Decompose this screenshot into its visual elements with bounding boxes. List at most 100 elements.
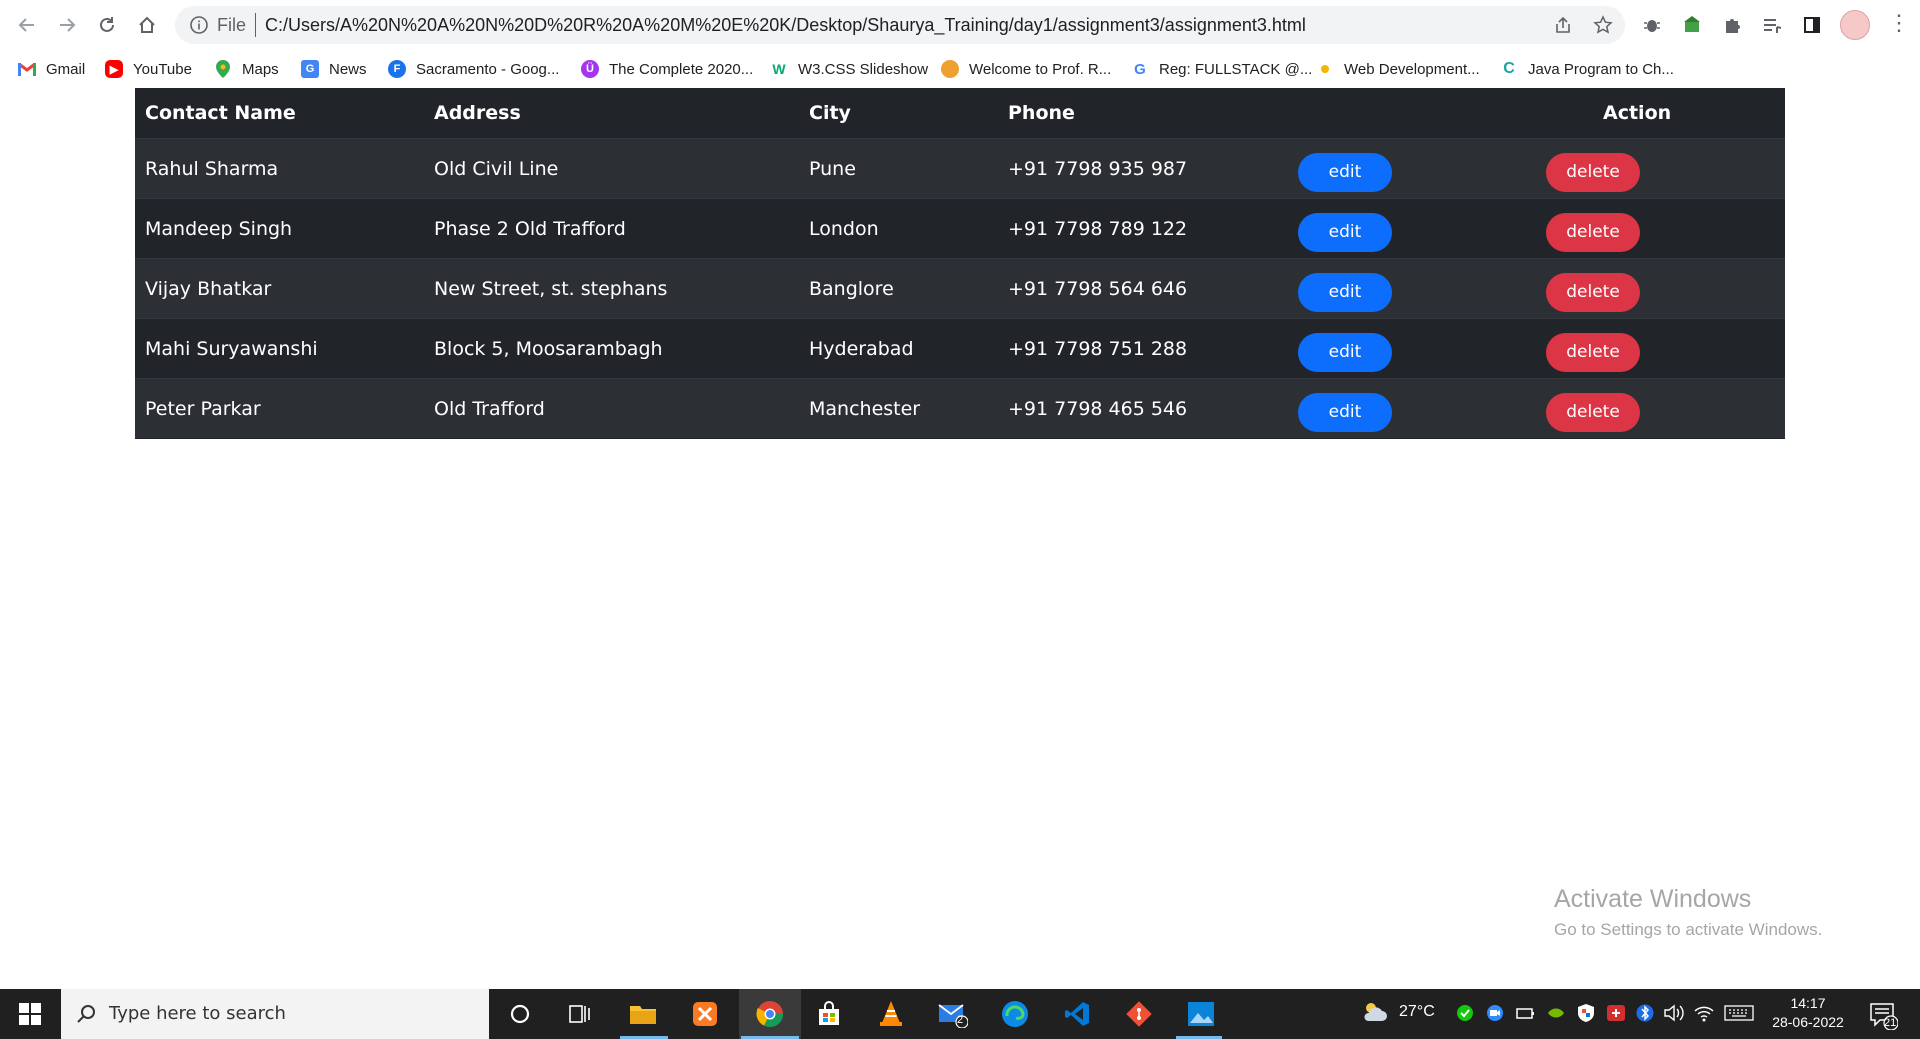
delete-button[interactable]: delete bbox=[1546, 273, 1640, 312]
bluetooth-icon[interactable] bbox=[1636, 1003, 1654, 1028]
antivirus-icon[interactable] bbox=[1606, 1003, 1626, 1028]
notification-center-icon[interactable]: 21 bbox=[1868, 1000, 1899, 1031]
bookmark-maps[interactable]: Maps bbox=[214, 58, 279, 80]
wifi-icon[interactable] bbox=[1693, 1003, 1715, 1028]
address-bar[interactable]: File C:/Users/A%20N%20A%20N%20D%20R%20A%… bbox=[175, 6, 1625, 44]
bookmark-web-development[interactable]: Web Development... bbox=[1316, 58, 1480, 80]
windows-start-icon[interactable] bbox=[0, 989, 60, 1039]
gmail-icon bbox=[18, 60, 36, 78]
watermark-title: Activate Windows bbox=[1554, 885, 1752, 913]
bookmark-label: News bbox=[329, 60, 367, 78]
cell-contact-name: Rahul Sharma bbox=[135, 138, 424, 199]
file-explorer-icon[interactable] bbox=[627, 998, 659, 1030]
w3schools-icon: W bbox=[772, 61, 786, 77]
back-icon[interactable] bbox=[14, 12, 40, 38]
nvidia-icon[interactable] bbox=[1546, 1004, 1566, 1027]
table-row: Mandeep Singh Phase 2 Old Trafford Londo… bbox=[135, 198, 1785, 259]
cell-phone: +91 7798 935 987 bbox=[998, 138, 1288, 199]
microsoft-store-icon[interactable] bbox=[813, 998, 845, 1030]
cell-phone: +91 7798 789 122 bbox=[998, 198, 1288, 259]
shield-icon[interactable] bbox=[1576, 1003, 1596, 1028]
bookmark-java-program[interactable]: C Java Program to Ch... bbox=[1500, 58, 1674, 80]
taskbar-clock[interactable]: 14:17 28-06-2022 bbox=[1763, 994, 1853, 1032]
bookmark-news[interactable]: G News bbox=[301, 58, 367, 80]
kebab-menu-icon[interactable]: ⋮ bbox=[1888, 12, 1910, 36]
bookmark-sacramento[interactable]: F Sacramento - Goog... bbox=[388, 58, 559, 80]
bookmark-label: Sacramento - Goog... bbox=[416, 60, 560, 78]
delete-button[interactable]: delete bbox=[1546, 393, 1640, 432]
mail-icon[interactable]: 2 bbox=[937, 998, 969, 1030]
header-phone: Phone bbox=[998, 88, 1288, 139]
bookmark-label: The Complete 2020... bbox=[609, 60, 754, 78]
bookmark-youtube[interactable]: ▶ YouTube bbox=[105, 58, 192, 80]
cell-phone: +91 7798 564 646 bbox=[998, 258, 1288, 319]
edit-button[interactable]: edit bbox=[1298, 213, 1392, 252]
chrome-icon[interactable] bbox=[754, 998, 786, 1030]
search-icon bbox=[77, 1005, 95, 1023]
edit-button[interactable]: edit bbox=[1298, 393, 1392, 432]
bookmark-reg-fullstack[interactable]: G Reg: FULLSTACK @... bbox=[1131, 58, 1312, 80]
clock-time: 14:17 bbox=[1790, 995, 1826, 1011]
cell-delete: delete bbox=[1546, 258, 1785, 319]
extension-bug-icon[interactable] bbox=[1640, 13, 1664, 37]
delete-button[interactable]: delete bbox=[1546, 153, 1640, 192]
bookmark-label: Gmail bbox=[46, 60, 86, 78]
reload-icon[interactable] bbox=[94, 12, 120, 38]
weather-icon[interactable] bbox=[1360, 999, 1388, 1030]
cell-address: New Street, st. stephans bbox=[424, 258, 799, 319]
cell-delete: delete bbox=[1546, 138, 1785, 199]
cell-address: Phase 2 Old Trafford bbox=[424, 198, 799, 259]
weather-temperature[interactable]: 27°C bbox=[1399, 1003, 1435, 1021]
xampp-icon[interactable] bbox=[689, 998, 721, 1030]
delete-button[interactable]: delete bbox=[1546, 213, 1640, 252]
git-icon[interactable] bbox=[1123, 998, 1155, 1030]
bookmark-label: Welcome to Prof. R... bbox=[969, 60, 1112, 78]
vscode-icon[interactable] bbox=[1061, 998, 1093, 1030]
bookmark-star-icon[interactable] bbox=[1593, 15, 1613, 35]
zoom-icon[interactable] bbox=[1486, 1004, 1504, 1027]
address-url[interactable]: C:/Users/A%20N%20A%20N%20D%20R%20A%20M%2… bbox=[265, 15, 1306, 36]
udemy-icon: Ü bbox=[581, 60, 599, 78]
bookmark-label: Maps bbox=[242, 60, 279, 78]
cell-delete: delete bbox=[1546, 318, 1785, 379]
cell-address: Block 5, Moosarambagh bbox=[424, 318, 799, 379]
edge-icon[interactable] bbox=[999, 998, 1031, 1030]
news-icon: G bbox=[301, 60, 319, 78]
task-view-icon[interactable] bbox=[565, 998, 597, 1030]
delete-button[interactable]: delete bbox=[1546, 333, 1640, 372]
battery-saver-icon[interactable] bbox=[1515, 1004, 1535, 1027]
keyboard-icon[interactable] bbox=[1724, 1003, 1754, 1028]
cortana-icon[interactable] bbox=[504, 998, 536, 1030]
photos-icon[interactable] bbox=[1185, 998, 1217, 1030]
table-row: Rahul Sharma Old Civil Line Pune +91 779… bbox=[135, 138, 1785, 199]
taskbar-search-box[interactable]: Type here to search bbox=[61, 989, 489, 1039]
side-panel-icon[interactable] bbox=[1800, 13, 1824, 37]
edit-button[interactable]: edit bbox=[1298, 333, 1392, 372]
cell-contact-name: Vijay Bhatkar bbox=[135, 258, 424, 319]
bookmark-w3css[interactable]: W W3.CSS Slideshow bbox=[770, 58, 928, 80]
header-contact-name: Contact Name bbox=[135, 88, 424, 139]
bookmark-gmail[interactable]: Gmail bbox=[18, 58, 85, 80]
windows-taskbar: Type here to search 2 27°C 14:17 28-06-2… bbox=[0, 989, 1920, 1039]
address-separator bbox=[255, 13, 256, 37]
home-icon[interactable] bbox=[134, 12, 160, 38]
security-check-icon[interactable] bbox=[1456, 1004, 1474, 1027]
profile-avatar[interactable] bbox=[1840, 10, 1870, 40]
bookmark-welcome-prof[interactable]: Welcome to Prof. R... bbox=[941, 58, 1111, 80]
media-queue-icon[interactable] bbox=[1760, 13, 1784, 37]
bookmark-label: Web Development... bbox=[1344, 60, 1480, 78]
header-address: Address bbox=[424, 88, 799, 139]
bookmark-complete-2020[interactable]: Ü The Complete 2020... bbox=[581, 58, 753, 80]
info-icon[interactable] bbox=[189, 15, 209, 35]
vlc-icon[interactable] bbox=[875, 998, 907, 1030]
share-icon[interactable] bbox=[1553, 15, 1573, 35]
extensions-puzzle-icon[interactable] bbox=[1720, 13, 1744, 37]
edit-button[interactable]: edit bbox=[1298, 153, 1392, 192]
search-placeholder: Type here to search bbox=[109, 1003, 286, 1024]
volume-icon[interactable] bbox=[1663, 1003, 1685, 1028]
cell-city: London bbox=[799, 198, 998, 259]
table-row: Peter Parkar Old Trafford Manchester +91… bbox=[135, 378, 1785, 438]
edit-button[interactable]: edit bbox=[1298, 273, 1392, 312]
forward-icon[interactable] bbox=[54, 12, 80, 38]
extension-html-icon[interactable] bbox=[1680, 13, 1704, 37]
